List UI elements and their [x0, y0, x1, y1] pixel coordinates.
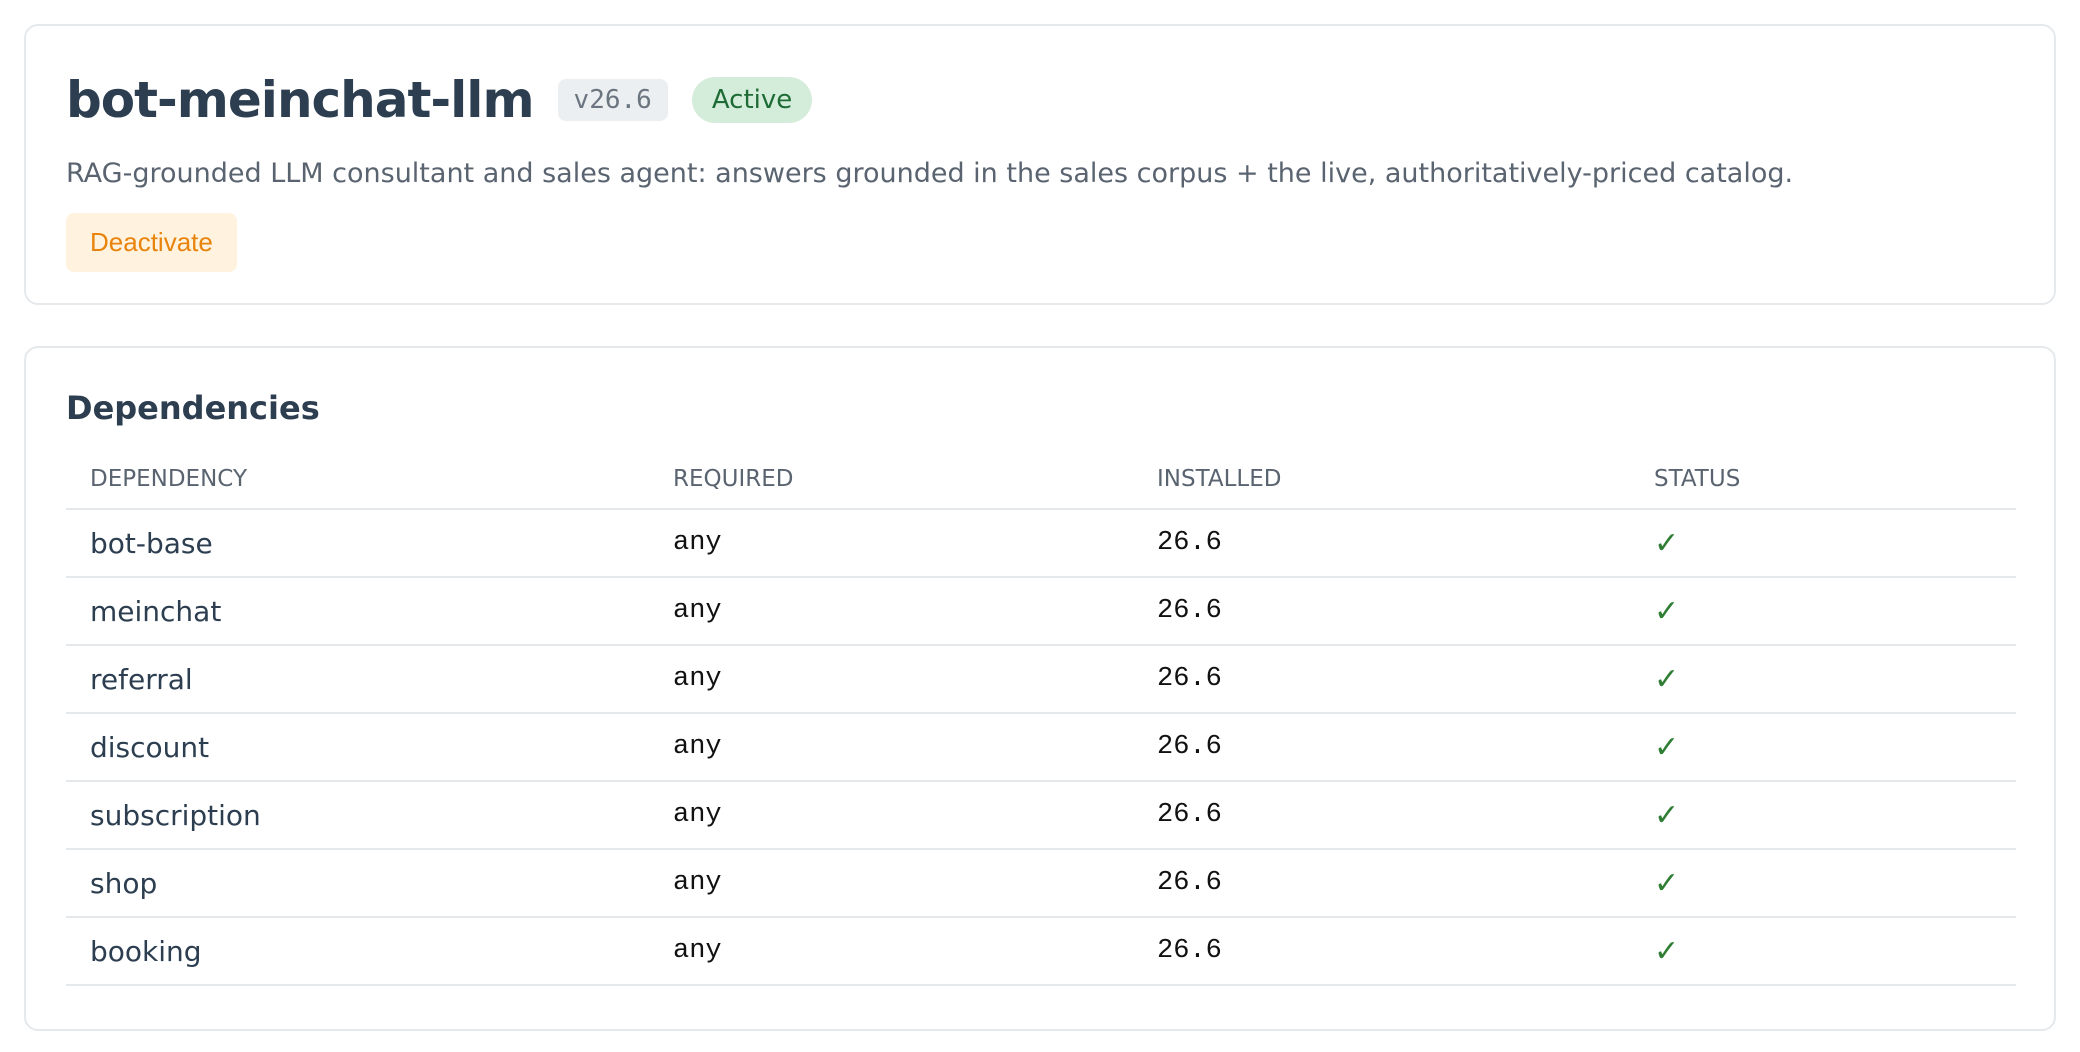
column-header-status: STATUS	[1630, 450, 2016, 510]
checkmark-icon: ✓	[1654, 593, 1680, 629]
table-row: booking any 26.6 ✓	[66, 917, 2016, 986]
dependency-name: discount	[66, 713, 649, 782]
title-row: bot-meinchat-llm v26.6 Active	[66, 66, 2014, 134]
installed-version: 26.6	[1133, 509, 1630, 578]
installed-version: 26.6	[1133, 849, 1630, 918]
installed-version: 26.6	[1133, 917, 1630, 986]
installed-version: 26.6	[1133, 781, 1630, 850]
required-version: any	[649, 713, 1133, 782]
table-header-row: DEPENDENCY REQUIRED INSTALLED STATUS	[66, 450, 2016, 510]
checkmark-icon: ✓	[1654, 797, 1680, 833]
dependency-name: meinchat	[66, 577, 649, 646]
required-version: any	[649, 577, 1133, 646]
module-description: RAG-grounded LLM consultant and sales ag…	[66, 158, 1794, 189]
installed-version: 26.6	[1133, 645, 1630, 714]
dependency-name: booking	[66, 917, 649, 986]
column-header-dependency: DEPENDENCY	[66, 450, 649, 510]
status-badge: Active	[691, 77, 813, 123]
dependency-name: referral	[66, 645, 649, 714]
installed-version: 26.6	[1133, 577, 1630, 646]
module-title: bot-meinchat-llm	[66, 71, 535, 129]
table-row: subscription any 26.6 ✓	[66, 781, 2016, 850]
checkmark-icon: ✓	[1654, 661, 1680, 697]
required-version: any	[649, 849, 1133, 918]
dependency-name: subscription	[66, 781, 649, 850]
installed-version: 26.6	[1133, 713, 1630, 782]
column-header-required: REQUIRED	[649, 450, 1133, 510]
required-version: any	[649, 509, 1133, 578]
table-row: bot-base any 26.6 ✓	[66, 509, 2016, 578]
table-row: discount any 26.6 ✓	[66, 713, 2016, 782]
required-version: any	[649, 781, 1133, 850]
required-version: any	[649, 645, 1133, 714]
dependency-name: shop	[66, 849, 649, 918]
checkmark-icon: ✓	[1654, 865, 1680, 901]
version-badge: v26.6	[557, 79, 668, 121]
dependencies-card: Dependencies DEPENDENCY REQUIRED INSTALL…	[24, 346, 2056, 1031]
required-version: any	[649, 917, 1133, 986]
checkmark-icon: ✓	[1654, 525, 1680, 561]
table-row: meinchat any 26.6 ✓	[66, 577, 2016, 646]
dependency-name: bot-base	[66, 509, 649, 578]
module-header-card: bot-meinchat-llm v26.6 Active RAG-ground…	[24, 24, 2056, 305]
checkmark-icon: ✓	[1654, 933, 1680, 969]
table-row: shop any 26.6 ✓	[66, 849, 2016, 918]
dependencies-table: DEPENDENCY REQUIRED INSTALLED STATUS bot…	[66, 450, 2016, 986]
table-row: referral any 26.6 ✓	[66, 645, 2016, 714]
deactivate-button[interactable]: Deactivate	[66, 213, 237, 272]
column-header-installed: INSTALLED	[1133, 450, 1630, 510]
checkmark-icon: ✓	[1654, 729, 1680, 765]
dependencies-title: Dependencies	[66, 389, 320, 427]
